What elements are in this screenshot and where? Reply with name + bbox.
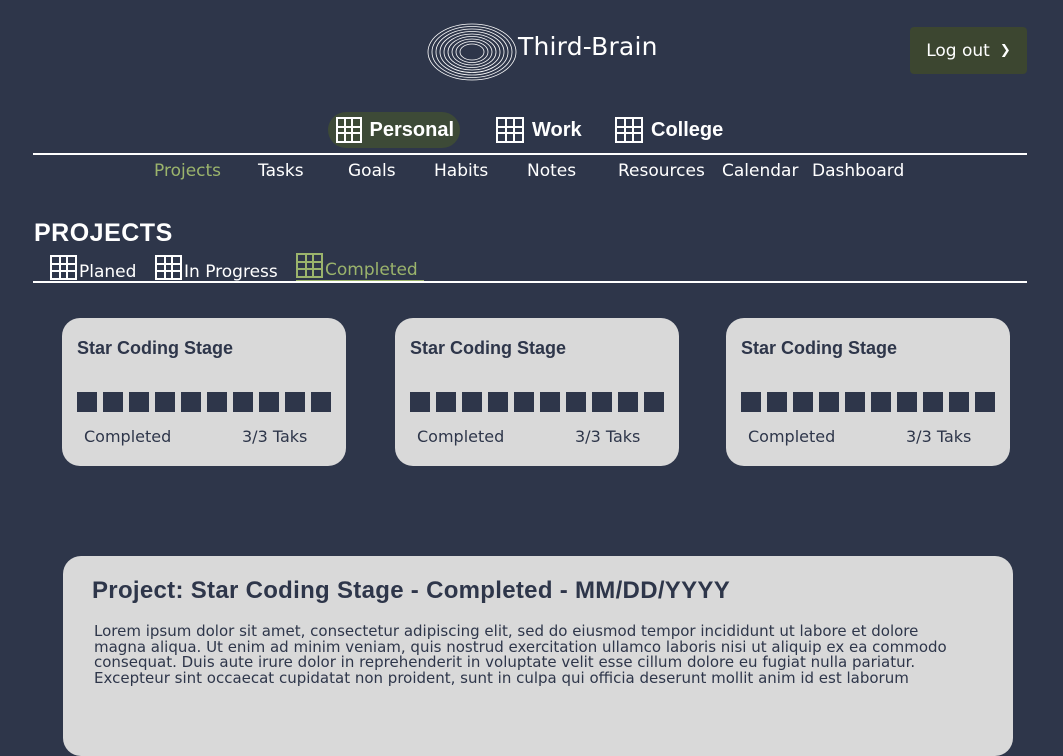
card-title: Star Coding Stage [741, 338, 898, 358]
workspace-personal[interactable]: Personal [328, 112, 460, 148]
grid-icon [615, 117, 643, 143]
card-task-count: 3/3 Taks [906, 427, 972, 446]
brain-logo-icon [427, 23, 517, 81]
divider [33, 281, 1027, 283]
divider [33, 153, 1027, 155]
progress-segment [181, 392, 201, 412]
header: Third-Brain Log out ❯ [0, 0, 1063, 100]
workspace-label: Work [532, 118, 582, 141]
project-card[interactable]: Star Coding Stage Completed 3/3 Taks [726, 318, 1010, 466]
project-card[interactable]: Star Coding Stage Completed 3/3 Taks [62, 318, 346, 466]
progress-bar [741, 392, 995, 412]
tab-in-progress[interactable]: In Progress [155, 254, 278, 282]
workspace-work[interactable]: Work [490, 112, 588, 148]
progress-segment [129, 392, 149, 412]
detail-title: Project: Star Coding Stage - Completed -… [92, 577, 731, 604]
tab-label: In Progress [184, 262, 278, 282]
progress-segment [923, 392, 943, 412]
nav-habits[interactable]: Habits [434, 161, 488, 181]
progress-segment [259, 392, 279, 412]
progress-segment [155, 392, 175, 412]
progress-segment [819, 392, 839, 412]
workspace-label: College [651, 118, 724, 141]
progress-segment [540, 392, 560, 412]
nav-dashboard[interactable]: Dashboard [812, 161, 904, 181]
progress-segment [436, 392, 456, 412]
progress-segment [975, 392, 995, 412]
tab-planned[interactable]: Planed [50, 254, 136, 282]
logout-label: Log out [926, 40, 990, 61]
progress-segment [77, 392, 97, 412]
nav-projects[interactable]: Projects [154, 161, 221, 181]
card-task-count: 3/3 Taks [575, 427, 641, 446]
progress-segment [644, 392, 664, 412]
tab-label: Planed [79, 262, 137, 282]
progress-segment [514, 392, 534, 412]
progress-segment [592, 392, 612, 412]
progress-segment [207, 392, 227, 412]
card-task-count: 3/3 Taks [242, 427, 308, 446]
project-card[interactable]: Star Coding Stage Completed 3/3 Taks [395, 318, 679, 466]
nav-notes[interactable]: Notes [527, 161, 576, 181]
chevron-right-icon: ❯ [999, 43, 1011, 58]
progress-segment [741, 392, 761, 412]
detail-description: Lorem ipsum dolor sit amet, consectetur … [94, 622, 947, 687]
grid-icon [296, 253, 323, 278]
main-nav: Projects Tasks Goals Habits Notes Resour… [0, 161, 1063, 187]
progress-segment [949, 392, 969, 412]
card-status: Completed [417, 427, 505, 446]
progress-segment [462, 392, 482, 412]
logout-button[interactable]: Log out ❯ [910, 27, 1027, 74]
card-status: Completed [84, 427, 172, 446]
progress-segment [845, 392, 865, 412]
nav-goals[interactable]: Goals [348, 161, 396, 181]
nav-tasks[interactable]: Tasks [258, 161, 304, 181]
progress-segment [566, 392, 586, 412]
card-title: Star Coding Stage [410, 338, 567, 358]
card-title: Star Coding Stage [77, 338, 234, 358]
progress-segment [767, 392, 787, 412]
progress-segment [233, 392, 253, 412]
card-status: Completed [748, 427, 836, 446]
tab-label: Completed [325, 260, 418, 280]
grid-icon [155, 255, 182, 280]
tab-completed[interactable]: Completed [296, 253, 424, 282]
progress-segment [897, 392, 917, 412]
grid-icon [50, 255, 77, 280]
progress-segment [793, 392, 813, 412]
project-detail-panel: Project: Star Coding Stage - Completed -… [63, 556, 1013, 756]
progress-segment [311, 392, 331, 412]
progress-segment [488, 392, 508, 412]
grid-icon [336, 117, 362, 143]
nav-calendar[interactable]: Calendar [722, 161, 798, 181]
progress-bar [410, 392, 664, 412]
progress-segment [285, 392, 305, 412]
progress-segment [871, 392, 891, 412]
progress-segment [410, 392, 430, 412]
nav-resources[interactable]: Resources [618, 161, 705, 181]
workspace-college[interactable]: College [609, 112, 729, 148]
brand-name: Third-Brain [518, 32, 658, 61]
workspace-label: Personal [369, 118, 454, 141]
status-tabs: Planed In Progress Completed [0, 253, 1063, 282]
workspace-switcher: Personal Work College [0, 112, 1063, 148]
grid-icon [496, 117, 524, 143]
progress-segment [618, 392, 638, 412]
progress-bar [77, 392, 331, 412]
page-title: PROJECTS [34, 219, 173, 247]
progress-segment [103, 392, 123, 412]
